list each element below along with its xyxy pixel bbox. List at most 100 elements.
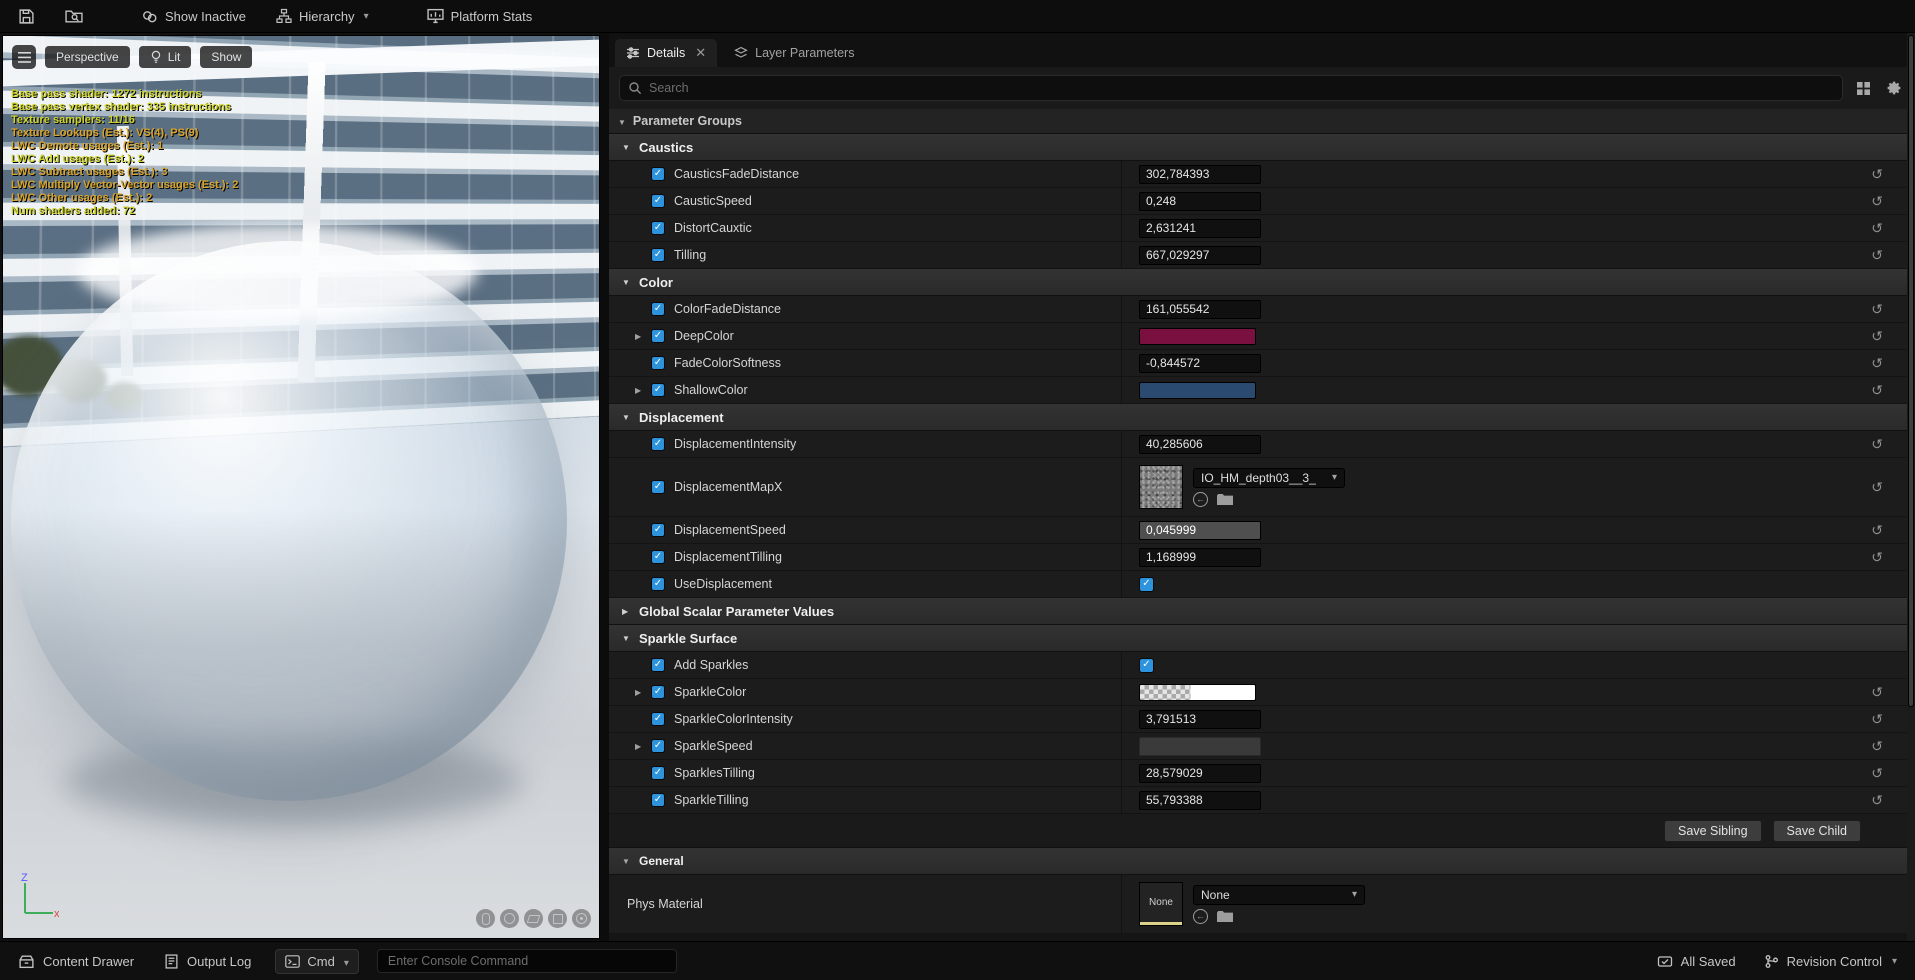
color-swatch[interactable] [1139, 382, 1256, 399]
override-checkbox[interactable] [651, 167, 665, 181]
reset-to-default-button[interactable] [1871, 436, 1883, 453]
show-menu-button[interactable]: Show [200, 46, 252, 68]
value-input[interactable] [1139, 764, 1261, 783]
value-input[interactable] [1139, 521, 1261, 540]
search-input[interactable] [649, 81, 1834, 95]
reset-to-default-button[interactable] [1871, 247, 1883, 264]
value-input[interactable] [1139, 300, 1261, 319]
override-checkbox[interactable] [651, 329, 665, 343]
parameter-groups-header[interactable]: Parameter Groups [609, 109, 1907, 134]
content-drawer-button[interactable]: Content Drawer [12, 950, 140, 973]
color-swatch[interactable] [1139, 328, 1256, 345]
cmd-dropdown[interactable]: Cmd [275, 949, 358, 974]
texture-asset-dropdown[interactable]: IO_HM_depth03__3_ [1193, 468, 1345, 488]
reset-to-default-button[interactable] [1871, 328, 1883, 345]
panel-splitter[interactable] [600, 33, 609, 941]
reset-to-default-button[interactable] [1871, 193, 1883, 210]
reset-to-default-button[interactable] [1871, 684, 1883, 701]
value-checkbox[interactable] [1139, 658, 1154, 673]
lit-mode-button[interactable]: Lit [139, 46, 192, 68]
phys-material-dropdown[interactable]: None [1193, 885, 1365, 905]
value-input[interactable] [1139, 165, 1261, 184]
output-log-button[interactable]: Output Log [158, 950, 257, 973]
reset-to-default-button[interactable] [1871, 166, 1883, 183]
override-checkbox[interactable] [651, 766, 665, 780]
value-input[interactable] [1139, 219, 1261, 238]
value-input[interactable] [1139, 791, 1261, 810]
preview-mesh-custom-button[interactable] [572, 909, 591, 928]
reset-to-default-button[interactable] [1871, 355, 1883, 372]
override-checkbox[interactable] [651, 739, 665, 753]
color-swatch[interactable] [1139, 684, 1256, 701]
value-input[interactable] [1139, 435, 1261, 454]
reset-to-default-button[interactable] [1871, 522, 1883, 539]
display-filter-button[interactable] [1852, 77, 1874, 99]
expander-icon[interactable]: ▶ [635, 688, 651, 697]
viewport-menu-button[interactable] [12, 45, 36, 69]
scrollbar-thumb[interactable] [1908, 35, 1914, 707]
override-checkbox[interactable] [651, 221, 665, 235]
expander-icon[interactable]: ▶ [635, 332, 651, 341]
revision-control-button[interactable]: Revision Control [1758, 950, 1903, 973]
category-header-caustics[interactable]: ▼Caustics [609, 134, 1907, 161]
reset-to-default-button[interactable] [1871, 738, 1883, 755]
perspective-button[interactable]: Perspective [45, 46, 130, 68]
material-preview-viewport[interactable]: Perspective Lit Show Base pass shader: 1… [2, 35, 600, 939]
category-header-color[interactable]: ▼Color [609, 269, 1907, 296]
expander-icon[interactable]: ▶ [635, 386, 651, 395]
texture-thumbnail[interactable] [1139, 465, 1183, 509]
browse-to-asset-icon[interactable] [1217, 493, 1233, 505]
reset-to-default-button[interactable] [1871, 549, 1883, 566]
expander-icon[interactable]: ▶ [635, 742, 651, 751]
category-header-sparkle-surface[interactable]: ▼Sparkle Surface [609, 625, 1907, 652]
override-checkbox[interactable] [651, 685, 665, 699]
override-checkbox[interactable] [651, 577, 665, 591]
value-checkbox[interactable] [1139, 577, 1154, 592]
override-checkbox[interactable] [651, 356, 665, 370]
override-checkbox[interactable] [651, 437, 665, 451]
value-input[interactable] [1139, 246, 1261, 265]
show-inactive-button[interactable]: Show Inactive [133, 5, 254, 28]
reset-to-default-button[interactable] [1871, 301, 1883, 318]
tab-layer-parameters[interactable]: Layer Parameters [723, 39, 865, 67]
reset-to-default-button[interactable] [1871, 220, 1883, 237]
save-child-button[interactable]: Save Child [1773, 820, 1861, 842]
preview-mesh-cylinder-button[interactable] [476, 909, 495, 928]
value-input[interactable] [1139, 548, 1261, 567]
preview-mesh-sphere-button[interactable] [500, 909, 519, 928]
reset-to-default-button[interactable] [1871, 711, 1883, 728]
console-command-input[interactable] [377, 949, 677, 973]
override-checkbox[interactable] [651, 550, 665, 564]
override-checkbox[interactable] [651, 658, 665, 672]
use-selected-asset-icon[interactable] [1193, 909, 1208, 924]
value-input[interactable] [1139, 354, 1261, 373]
override-checkbox[interactable] [651, 194, 665, 208]
override-checkbox[interactable] [651, 712, 665, 726]
settings-button[interactable] [1883, 77, 1905, 99]
tab-details[interactable]: Details [615, 39, 717, 67]
close-icon[interactable] [695, 45, 706, 61]
preview-mesh-cube-button[interactable] [548, 909, 567, 928]
phys-material-thumbnail[interactable]: None [1139, 882, 1183, 926]
all-saved-button[interactable]: All Saved [1651, 950, 1742, 973]
category-header-general[interactable]: General [609, 848, 1907, 875]
reset-to-default-button[interactable] [1871, 792, 1883, 809]
override-checkbox[interactable] [651, 793, 665, 807]
value-input[interactable] [1139, 192, 1261, 211]
category-header-displacement[interactable]: ▼Displacement [609, 404, 1907, 431]
reset-to-default-button[interactable] [1871, 382, 1883, 399]
use-selected-asset-icon[interactable] [1193, 492, 1208, 507]
preview-mesh-plane-button[interactable] [524, 909, 543, 928]
platform-stats-button[interactable]: Platform Stats [419, 4, 541, 28]
value-input[interactable] [1139, 710, 1261, 729]
override-checkbox[interactable] [651, 248, 665, 262]
override-checkbox[interactable] [651, 523, 665, 537]
hierarchy-button[interactable]: Hierarchy [268, 4, 377, 28]
save-sibling-button[interactable]: Save Sibling [1664, 820, 1762, 842]
category-header-global-scalar-parameter-values[interactable]: ▶Global Scalar Parameter Values [609, 598, 1907, 625]
override-checkbox[interactable] [651, 480, 665, 494]
reset-to-default-button[interactable] [1871, 765, 1883, 782]
override-checkbox[interactable] [651, 302, 665, 316]
browse-to-asset-button[interactable] [57, 4, 91, 28]
override-checkbox[interactable] [651, 383, 665, 397]
